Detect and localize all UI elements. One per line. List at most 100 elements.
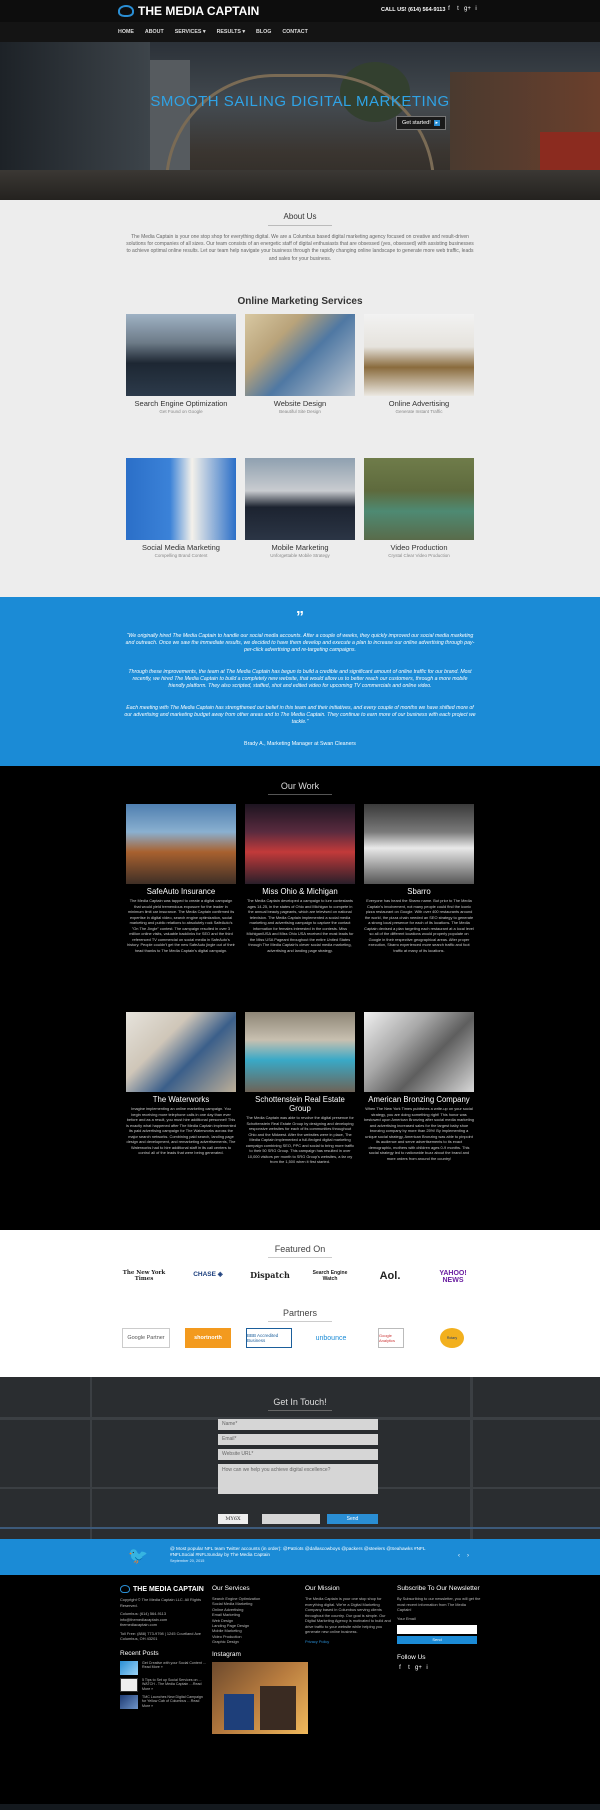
header-social-icons: f t g+ i [446,6,479,12]
recent-post[interactable]: Get Creative with your Social Content …R… [120,1660,208,1675]
next-tweet-icon[interactable]: › [467,1553,469,1559]
footer-service-link[interactable]: Graphic Design [212,1639,308,1644]
quote-icon: ” [296,609,304,626]
facebook-icon[interactable]: f [446,6,452,12]
case-study-photo [245,1012,355,1092]
facebook-icon[interactable]: f [397,1665,403,1671]
service-photo [245,458,355,540]
captcha-input[interactable] [262,1514,320,1524]
service-card-video[interactable]: Video Production Crystal Clear Video Pro… [364,458,474,558]
service-card-web-design[interactable]: Website Design Beautiful Site Design [245,314,355,414]
service-card-advertising[interactable]: Online Advertising Generate Instant Traf… [364,314,474,414]
case-study-photo [364,804,474,884]
instagram-photo[interactable] [212,1661,308,1734]
featured-title: Featured On [274,1244,326,1254]
our-work-section: Our Work SafeAuto Insurance The Media Ca… [0,766,600,1230]
services-heading: Our Services [212,1585,250,1592]
arrow-right-icon: ▸ [433,120,440,126]
prev-tweet-icon[interactable]: ‹ [458,1553,460,1559]
get-started-label: Get started! [402,120,431,126]
newsletter-email-input[interactable] [397,1625,477,1634]
case-study-american-bronzing[interactable]: American Bronzing Company When The New Y… [364,1012,474,1161]
instagram-icon[interactable]: i [473,6,479,12]
service-title: Mobile Marketing [271,543,329,552]
nav-blog[interactable]: BLOG [256,29,271,35]
service-card-mobile[interactable]: Mobile Marketing Unforgettable Mobile St… [245,458,355,558]
footer-services-list: Search Engine Optimization Social Media … [212,1596,308,1645]
divider [268,1410,332,1411]
about-text: The Media Captain is your one stop shop … [126,234,474,262]
service-title: Video Production [390,543,448,552]
case-study-photo [126,1012,236,1092]
nav-services[interactable]: SERVICES ▾ [175,29,206,35]
recent-post[interactable]: TMC Launches New Digital Campaign for Ye… [120,1694,208,1709]
recent-post-title: TMC Launches New Digital Campaign for Ye… [142,1694,203,1708]
case-study-description: The Media Captain was tapped to create a… [127,898,235,953]
google-plus-icon[interactable]: g+ [415,1665,422,1671]
footer-services-column: Our Services Search Engine Optimization … [212,1585,308,1734]
service-card-social-media[interactable]: Social Media Marketing Compelling Brand … [126,458,236,558]
subscribe-text: By Subscribing to our newsletter, you wi… [397,1596,481,1612]
footer-logo[interactable]: THE MEDIA CAPTAIN [120,1585,208,1593]
aol-logo: Aol. [379,1270,401,1282]
page: THE MEDIA CAPTAIN CALL US! (614) 564-911… [0,0,600,1810]
recent-post-title: Get Creative with your Social Content …R… [142,1660,207,1670]
tweet-date: September 20, 2015 [170,1559,205,1563]
shortnorth-logo: shortnorth [185,1328,231,1348]
case-study-miss-ohio[interactable]: Miss Ohio & Michigan The Media Captain d… [245,804,355,953]
service-subtitle: Get Found on Google [159,409,203,414]
about-title: About Us [283,212,317,221]
service-title: Online Advertising [388,399,450,408]
get-started-button[interactable]: Get started! ▸ [396,116,446,130]
case-study-title: SafeAuto Insurance [146,887,216,896]
case-study-waterworks[interactable]: The Waterworks Imagine implementing an o… [126,1012,236,1156]
email-field[interactable]: Email* [218,1434,378,1445]
ship-wheel-icon [120,1585,130,1593]
google-plus-icon[interactable]: g+ [464,6,471,12]
search-engine-watch-logo: Search Engine Watch [312,1270,348,1282]
bbb-logo: BBB Accredited Business [246,1328,292,1348]
logo[interactable]: THE MEDIA CAPTAIN [118,4,259,18]
recent-post-thumb [120,1677,138,1692]
chase-logo: CHASE ◈ [193,1271,223,1278]
nav-contact[interactable]: CONTACT [282,29,308,35]
send-button[interactable]: Send [327,1514,378,1524]
service-card-seo[interactable]: Search Engine Optimization Get Found on … [126,314,236,414]
case-study-title: Schottenstein Real Estate Group [255,1095,345,1113]
case-study-sbarro[interactable]: Sbarro Everyone has heard the Sbarro nam… [364,804,474,953]
tweet-nav: ‹ › [458,1553,469,1559]
nav-home[interactable]: HOME [118,29,134,35]
twitter-icon[interactable]: t [406,1665,412,1671]
website-field[interactable]: Website URL* [218,1449,378,1460]
footer-logo-text: THE MEDIA CAPTAIN [133,1585,204,1593]
tweet-text: @ Most popular NFL team Twitter accounts… [170,1546,426,1557]
case-study-title: Sbarro [407,887,431,896]
case-study-schottenstein[interactable]: Schottenstein Real Estate Group The Medi… [245,1012,355,1165]
twitter-icon[interactable]: t [455,6,461,12]
about-section: About Us The Media Captain is your one s… [0,200,600,597]
case-study-photo [245,804,355,884]
nav-about[interactable]: ABOUT [145,29,164,35]
service-photo [126,314,236,396]
testimonial-section: ” “We originally hired The Media Captain… [0,597,600,766]
testimonial-paragraph: Each meeting with The Media Captain has … [124,705,476,725]
name-field[interactable]: Name* [218,1419,378,1430]
service-subtitle: Unforgettable Mobile Strategy [270,553,330,558]
footer-mission-column: Our Mission The Media Captain is your on… [305,1585,395,1644]
logo-text: THE MEDIA CAPTAIN [138,4,260,18]
nyt-logo: The New York Times [122,1270,166,1282]
recent-post[interactable]: 5 Tips to Set up Social Services on ... … [120,1677,208,1692]
mission-text: The Media Captain is your one stop shop … [305,1596,391,1634]
footer-toll-free: Toll Free: (888) 773-9798 | 1245 Courtla… [120,1630,201,1642]
subscribe-button[interactable]: Send [397,1636,477,1644]
featured-section: Featured On The New York Times CHASE ◈ D… [0,1230,600,1377]
instagram-icon[interactable]: i [424,1665,430,1671]
case-study-safeauto[interactable]: SafeAuto Insurance The Media Captain was… [126,804,236,953]
ship-wheel-icon [118,5,134,17]
message-field[interactable]: How can we help you achieve digital exce… [218,1464,378,1494]
footer-site[interactable]: themediacaptain.com [120,1622,208,1628]
email-label: Your Email [397,1615,416,1621]
case-study-photo [364,1012,474,1092]
privacy-policy-link[interactable]: Privacy Policy [305,1639,395,1645]
nav-results[interactable]: RESULTS ▾ [217,29,245,35]
